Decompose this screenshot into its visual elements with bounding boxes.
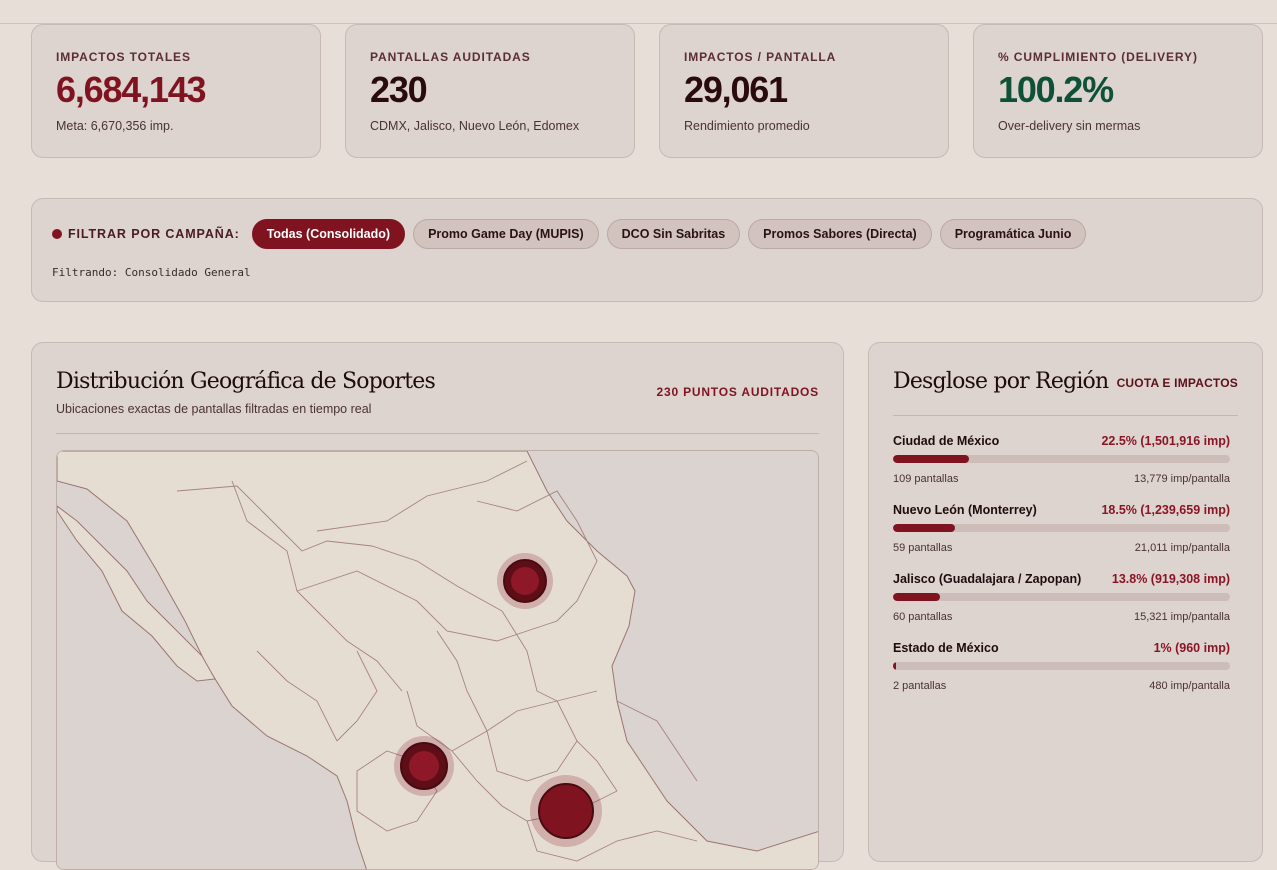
region-screens: 109 pantallas	[893, 473, 959, 485]
campaign-chip-dco[interactable]: DCO Sin Sabritas	[606, 219, 741, 249]
audited-points-badge: 230 PUNTOS AUDITADOS	[656, 385, 819, 399]
region-name: Ciudad de México	[893, 434, 1000, 448]
campaign-chip-game-day[interactable]: Promo Game Day (MUPIS)	[413, 219, 599, 249]
region-name: Estado de México	[893, 641, 999, 655]
filter-status: Filtrando: Consolidado General	[52, 266, 251, 279]
share-bar-fill	[893, 524, 956, 532]
divider	[893, 415, 1238, 416]
map-view[interactable]	[56, 450, 819, 870]
region-screens: 60 pantallas	[893, 611, 953, 623]
region-row-cdmx: Ciudad de México 22.5% (1,501,916 imp) 1…	[893, 433, 1230, 502]
kpi-label: IMPACTOS / PANTALLA	[684, 50, 837, 64]
map-marker-guadalajara[interactable]	[394, 736, 454, 796]
panel-subtitle: Ubicaciones exactas de pantallas filtrad…	[56, 402, 372, 416]
kpi-card-delivery-compliance: % CUMPLIMIENTO (DELIVERY) 100.2% Over-de…	[973, 24, 1263, 158]
kpi-label: IMPACTOS TOTALES	[56, 50, 191, 64]
kpi-subtext: Over-delivery sin mermas	[998, 119, 1141, 133]
panel-title: Distribución Geográfica de Soportes	[56, 369, 436, 394]
map-marker-monterrey[interactable]	[497, 553, 553, 609]
kpi-card-impacts-per-screen: IMPACTOS / PANTALLA 29,061 Rendimiento p…	[659, 24, 949, 158]
kpi-value: 230	[370, 69, 428, 110]
map-marker-cdmx[interactable]	[530, 775, 602, 847]
divider	[56, 433, 819, 434]
campaign-chip-programatica[interactable]: Programática Junio	[939, 219, 1087, 249]
kpi-subtext: CDMX, Jalisco, Nuevo León, Edomex	[370, 119, 580, 133]
kpi-label: % CUMPLIMIENTO (DELIVERY)	[998, 50, 1198, 64]
region-per-screen: 480 imp/pantalla	[1149, 680, 1230, 692]
region-share: 1% (960 imp)	[1153, 641, 1230, 655]
kpi-card-total-impacts: IMPACTOS TOTALES 6,684,143 Meta: 6,670,3…	[31, 24, 321, 158]
region-screens: 2 pantallas	[893, 680, 947, 692]
region-name: Jalisco (Guadalajara / Zapopan)	[893, 572, 1082, 586]
kpi-subtext: Meta: 6,670,356 imp.	[56, 119, 174, 133]
region-row-jalisco: Jalisco (Guadalajara / Zapopan) 13.8% (9…	[893, 571, 1230, 640]
region-list: Ciudad de México 22.5% (1,501,916 imp) 1…	[893, 433, 1230, 709]
campaign-filter-panel: FILTRAR POR CAMPAÑA: Todas (Consolidado)…	[31, 198, 1263, 302]
top-bar	[0, 0, 1277, 24]
share-bar-fill	[893, 593, 940, 601]
panel-title: Desglose por Región	[893, 369, 1109, 394]
kpi-label: PANTALLAS AUDITADAS	[370, 50, 531, 64]
kpi-subtext: Rendimiento promedio	[684, 119, 810, 133]
campaign-chip-sabores[interactable]: Promos Sabores (Directa)	[748, 219, 932, 249]
geo-distribution-panel: Distribución Geográfica de Soportes Ubic…	[31, 342, 844, 870]
region-share: 13.8% (919,308 imp)	[1111, 572, 1230, 586]
share-bar-fill	[893, 662, 897, 670]
region-name: Nuevo León (Monterrey)	[893, 503, 1037, 517]
region-per-screen: 21,011 imp/pantalla	[1134, 542, 1230, 554]
kpi-value: 6,684,143	[56, 69, 207, 110]
share-bar-fill	[893, 455, 969, 463]
region-screens: 59 pantallas	[893, 542, 953, 554]
region-share: 22.5% (1,501,916 imp)	[1101, 434, 1230, 448]
filter-dot-icon	[52, 229, 62, 239]
kpi-card-audited-screens: PANTALLAS AUDITADAS 230 CDMX, Jalisco, N…	[345, 24, 635, 158]
region-row-edomex: Estado de México 1% (960 imp) 2 pantalla…	[893, 640, 1230, 709]
kpi-value: 29,061	[684, 69, 788, 110]
share-impacts-badge: CUOTA E IMPACTOS	[1116, 376, 1238, 390]
region-per-screen: 13,779 imp/pantalla	[1133, 473, 1230, 485]
region-share: 18.5% (1,239,659 imp)	[1101, 503, 1230, 517]
share-bar	[893, 455, 1230, 463]
share-bar	[893, 662, 1230, 670]
share-bar	[893, 593, 1230, 601]
region-row-nuevo-leon: Nuevo León (Monterrey) 18.5% (1,239,659 …	[893, 502, 1230, 571]
region-per-screen: 15,321 imp/pantalla	[1133, 611, 1230, 623]
filter-label: FILTRAR POR CAMPAÑA:	[68, 227, 240, 241]
mexico-map	[57, 451, 818, 869]
region-breakdown-panel: Desglose por Región CUOTA E IMPACTOS Ciu…	[868, 342, 1263, 862]
campaign-chip-all[interactable]: Todas (Consolidado)	[251, 219, 406, 249]
kpi-value: 100.2%	[998, 69, 1114, 110]
campaign-filter-row: FILTRAR POR CAMPAÑA: Todas (Consolidado)…	[52, 219, 1094, 249]
share-bar	[893, 524, 1230, 532]
